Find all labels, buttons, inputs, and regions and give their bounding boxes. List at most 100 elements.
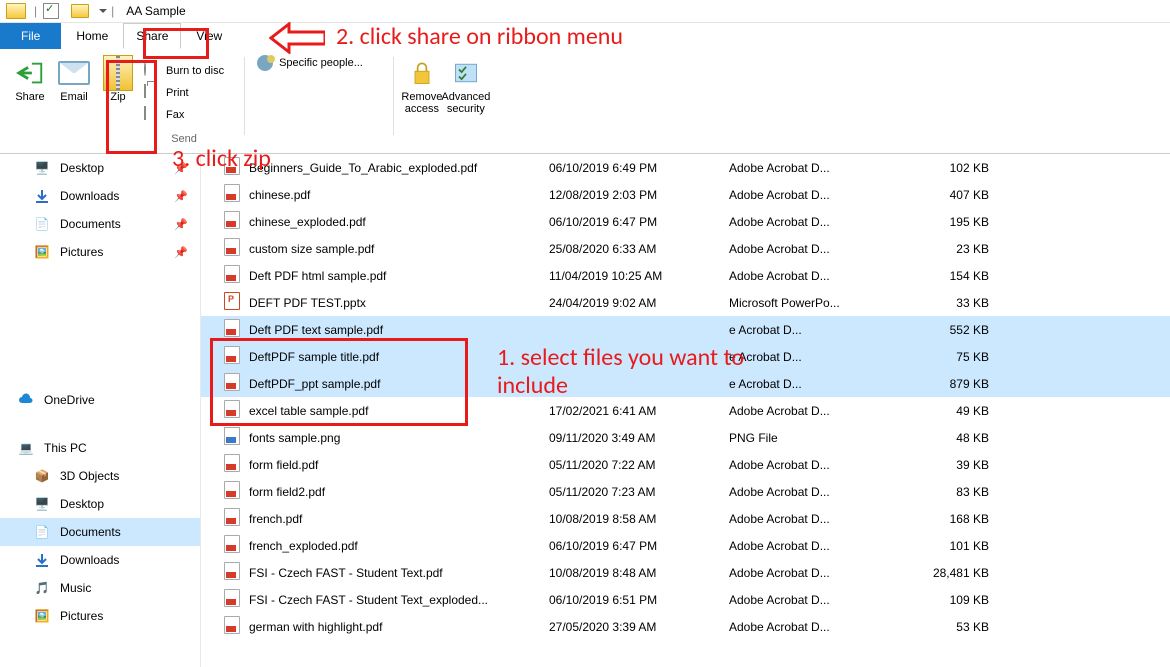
file-row[interactable]: form field.pdf05/11/2020 7:22 AMAdobe Ac…	[201, 451, 1170, 478]
file-type: e Acrobat D...	[729, 377, 889, 391]
file-list[interactable]: Beginners_Guide_To_Arabic_exploded.pdf06…	[201, 154, 1170, 667]
file-row[interactable]: Deft PDF html sample.pdf11/04/2019 10:25…	[201, 262, 1170, 289]
file-row[interactable]: custom size sample.pdf25/08/2020 6:33 AM…	[201, 235, 1170, 262]
nav-desktop2[interactable]: 🖥️ Desktop	[0, 490, 200, 518]
file-row[interactable]: DEFT PDF TEST.pptx24/04/2019 9:02 AMMicr…	[201, 289, 1170, 316]
nav-pictures[interactable]: 🖼️Pictures📌	[0, 238, 200, 266]
file-name: chinese_exploded.pdf	[249, 215, 549, 229]
nav-label: Downloads	[60, 189, 119, 203]
remove-access-button[interactable]: Remove access	[400, 53, 444, 115]
tab-share[interactable]: Share	[123, 23, 181, 49]
file-row[interactable]: french.pdf10/08/2019 8:58 AMAdobe Acroba…	[201, 505, 1170, 532]
fax-label: Fax	[166, 109, 184, 121]
nav-music[interactable]: 🎵Music	[0, 574, 200, 602]
pdf-icon	[223, 184, 241, 205]
disc-icon	[144, 63, 160, 79]
file-size: 552 KB	[889, 323, 989, 337]
zip-button[interactable]: Zip	[96, 53, 140, 103]
people-icon	[257, 55, 273, 71]
download-icon	[34, 188, 50, 204]
file-type: Adobe Acrobat D...	[729, 539, 889, 553]
document-icon: 📄	[34, 524, 50, 540]
title-bar: | | AA Sample	[0, 0, 1170, 23]
print-label: Print	[166, 87, 189, 99]
nav-label: Pictures	[60, 245, 103, 259]
chevron-down-icon[interactable]	[99, 9, 107, 13]
file-name: FSI - Czech FAST - Student Text.pdf	[249, 566, 549, 580]
file-row[interactable]: FSI - Czech FAST - Student Text_exploded…	[201, 586, 1170, 613]
specific-people-button[interactable]: Specific people...	[251, 53, 379, 73]
nav-downloads2[interactable]: Downloads	[0, 546, 200, 574]
pdf-icon	[223, 508, 241, 529]
file-size: 879 KB	[889, 377, 989, 391]
print-button[interactable]: Print	[138, 83, 230, 103]
pdf-icon	[223, 346, 241, 367]
file-row[interactable]: german with highlight.pdf27/05/2020 3:39…	[201, 613, 1170, 640]
file-row[interactable]: chinese.pdf12/08/2019 2:03 PMAdobe Acrob…	[201, 181, 1170, 208]
file-row[interactable]: excel table sample.pdf17/02/2021 6:41 AM…	[201, 397, 1170, 424]
file-row[interactable]: Deft PDF text sample.pdfe Acrobat D...55…	[201, 316, 1170, 343]
nav-label: Documents	[60, 525, 121, 539]
file-type: Adobe Acrobat D...	[729, 458, 889, 472]
desktop-icon: 🖥️	[34, 496, 50, 512]
advanced-security-button[interactable]: Advanced security	[444, 53, 488, 115]
specific-people-label: Specific people...	[279, 57, 363, 69]
separator: |	[34, 4, 37, 18]
file-size: 33 KB	[889, 296, 989, 310]
pdf-icon	[223, 319, 241, 340]
main-content: 🖥️Desktop📌 Downloads📌 📄Documents📌 🖼️Pict…	[0, 154, 1170, 667]
file-name: Deft PDF text sample.pdf	[249, 323, 549, 337]
burn-to-disc-button[interactable]: Burn to disc	[138, 61, 230, 81]
file-type: Adobe Acrobat D...	[729, 404, 889, 418]
nav-downloads[interactable]: Downloads📌	[0, 182, 200, 210]
pictures-icon: 🖼️	[34, 608, 50, 624]
folder-icon[interactable]	[71, 4, 89, 18]
pin-icon: 📌	[174, 218, 188, 231]
window-title: AA Sample	[126, 4, 185, 18]
file-row[interactable]: french_exploded.pdf06/10/2019 6:47 PMAdo…	[201, 532, 1170, 559]
file-type: PNG File	[729, 431, 889, 445]
nav-documents2[interactable]: 📄 Documents	[0, 518, 200, 546]
pdf-icon	[223, 265, 241, 286]
png-icon	[223, 427, 241, 448]
file-row[interactable]: Beginners_Guide_To_Arabic_exploded.pdf06…	[201, 154, 1170, 181]
nav-desktop[interactable]: 🖥️Desktop📌	[0, 154, 200, 182]
nav-documents[interactable]: 📄Documents📌	[0, 210, 200, 238]
file-row[interactable]: form field2.pdf05/11/2020 7:23 AMAdobe A…	[201, 478, 1170, 505]
properties-icon[interactable]	[43, 3, 59, 19]
file-date: 12/08/2019 2:03 PM	[549, 188, 729, 202]
separator: |	[111, 4, 114, 18]
quick-access-toolbar	[43, 3, 107, 19]
pin-icon: 📌	[174, 246, 188, 259]
tab-home[interactable]: Home	[63, 23, 121, 49]
nav-onedrive[interactable]: OneDrive	[0, 386, 200, 414]
file-name: DeftPDF sample title.pdf	[249, 350, 549, 364]
file-type: Adobe Acrobat D...	[729, 593, 889, 607]
pdf-icon	[223, 589, 241, 610]
tab-file[interactable]: File	[0, 23, 61, 49]
file-row[interactable]: FSI - Czech FAST - Student Text.pdf10/08…	[201, 559, 1170, 586]
file-row[interactable]: DeftPDF_ppt sample.pdfe Acrobat D...879 …	[201, 370, 1170, 397]
file-date: 27/05/2020 3:39 AM	[549, 620, 729, 634]
fax-button[interactable]: Fax	[138, 105, 230, 125]
nav-label: Pictures	[60, 609, 103, 623]
nav-this-pc[interactable]: 💻This PC	[0, 434, 200, 462]
nav-label: Desktop	[60, 497, 104, 511]
email-button[interactable]: Email	[52, 53, 96, 103]
nav-label: Desktop	[60, 161, 104, 175]
file-date: 05/11/2020 7:23 AM	[549, 485, 729, 499]
file-row[interactable]: chinese_exploded.pdf06/10/2019 6:47 PMAd…	[201, 208, 1170, 235]
nav-pictures2[interactable]: 🖼️ Pictures	[0, 602, 200, 630]
file-row[interactable]: fonts sample.png09/11/2020 3:49 AMPNG Fi…	[201, 424, 1170, 451]
zip-label: Zip	[110, 91, 125, 103]
file-name: excel table sample.pdf	[249, 404, 549, 418]
file-size: 75 KB	[889, 350, 989, 364]
file-row[interactable]: DeftPDF sample title.pdfe Acrobat D...75…	[201, 343, 1170, 370]
nav-3d-objects[interactable]: 📦3D Objects	[0, 462, 200, 490]
file-type: Adobe Acrobat D...	[729, 188, 889, 202]
separator	[244, 57, 245, 135]
tab-view[interactable]: View	[183, 23, 235, 49]
pdf-icon	[223, 157, 241, 178]
nav-label: Music	[60, 581, 91, 595]
share-button[interactable]: Share	[8, 53, 52, 103]
